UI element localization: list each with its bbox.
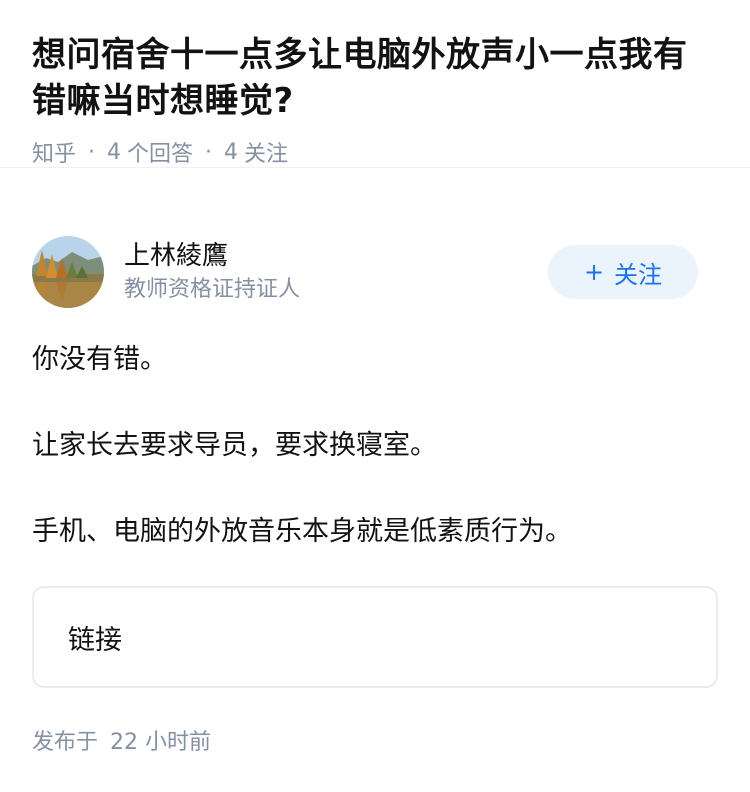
avatar-landscape-icon xyxy=(32,236,104,308)
question-title[interactable]: 想问宿舍十一点多让电脑外放声小一点我有错嘛当时想睡觉? xyxy=(32,32,718,124)
author-badge: 教师资格证持证人 xyxy=(124,277,301,302)
question-header: 想问宿舍十一点多让电脑外放声小一点我有错嘛当时想睡觉? 知乎 · 4 个回答 ·… xyxy=(0,0,750,168)
answer-count: 4 xyxy=(107,139,122,165)
follow-button-label: 关注 xyxy=(614,260,663,289)
answer-paragraph: 你没有错。 xyxy=(32,344,167,375)
answer-paragraph: 手机、电脑的外放音乐本身就是低素质行为。 xyxy=(32,516,572,547)
published-label: 发布于 xyxy=(32,730,99,755)
answer-count-label[interactable]: 个回答 xyxy=(127,136,193,168)
link-card-label: 链接 xyxy=(68,624,122,656)
published-time-value: 22 小时前 xyxy=(110,730,212,755)
answer-paragraph: 让家长去要求导员，要求换寝室。 xyxy=(32,430,437,461)
follow-count-label[interactable]: 关注 xyxy=(244,136,288,168)
avatar[interactable] xyxy=(32,236,104,308)
meta-separator: · xyxy=(205,139,213,165)
author-row: 上林綾鷹 教师资格证持证人 + 关注 xyxy=(32,236,698,308)
follow-button[interactable]: + 关注 xyxy=(548,245,698,299)
plus-icon: + xyxy=(583,258,605,286)
answer-content: 你没有错。 让家长去要求导员，要求换寝室。 手机、电脑的外放音乐本身就是低素质行… xyxy=(32,340,718,598)
meta-separator: · xyxy=(88,139,96,165)
author-name[interactable]: 上林綾鷹 xyxy=(124,239,548,273)
publish-time: 发布于 22 小时前 xyxy=(32,724,211,756)
question-meta: 知乎 · 4 个回答 · 4 关注 xyxy=(32,136,718,168)
link-card[interactable]: 链接 xyxy=(32,586,718,688)
source-label[interactable]: 知乎 xyxy=(32,136,76,168)
follow-count: 4 xyxy=(224,139,239,165)
author-info: 上林綾鷹 教师资格证持证人 xyxy=(124,239,548,305)
